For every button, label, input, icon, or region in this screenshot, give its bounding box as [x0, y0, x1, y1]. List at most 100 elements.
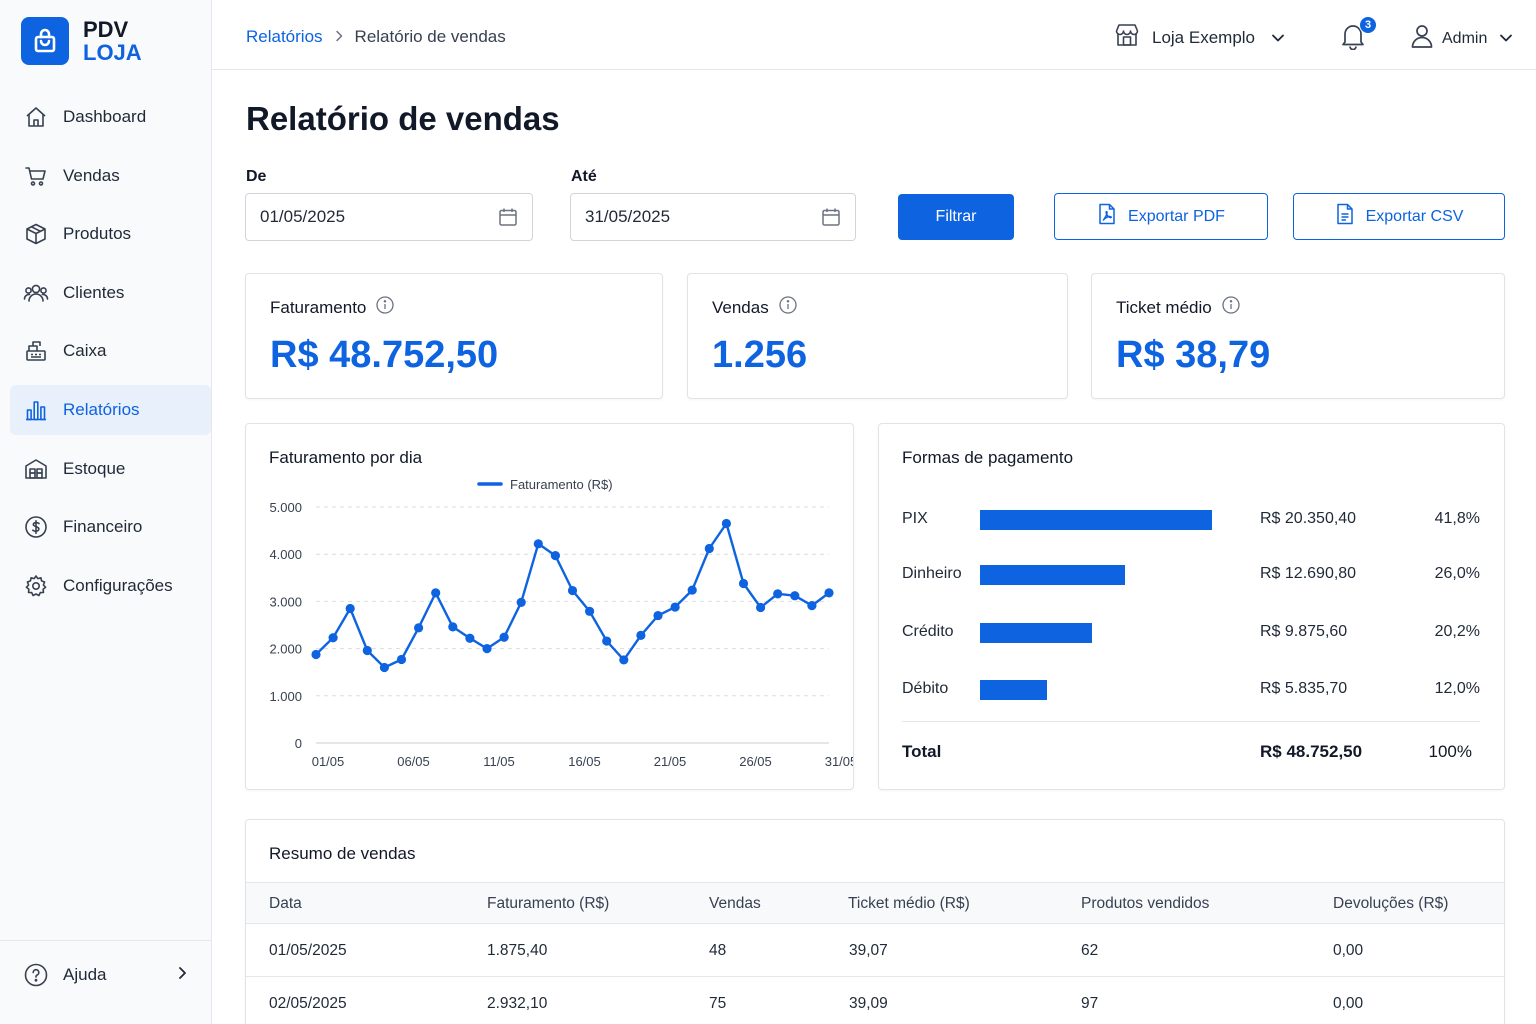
- y-tick-label: 3.000: [269, 594, 302, 609]
- date-to-input[interactable]: 31/05/2025: [570, 193, 856, 241]
- breadcrumb: Relatórios Relatório de vendas: [246, 27, 506, 47]
- info-icon[interactable]: [376, 296, 395, 319]
- sidebar-item-estoque[interactable]: Estoque: [10, 444, 211, 494]
- box-icon: [23, 221, 49, 247]
- table-row[interactable]: 02/05/2025 2.932,10 75 39,09 97 0,00: [246, 977, 1504, 1024]
- divider: [902, 721, 1480, 722]
- data-point: [345, 603, 355, 614]
- store-icon: [1114, 22, 1140, 53]
- payment-method-name: Crédito: [902, 623, 954, 640]
- summary-title: Resumo de vendas: [269, 844, 416, 863]
- user-menu[interactable]: Admin: [1410, 23, 1513, 54]
- payment-row: PIX R$ 20.350,40 41,8%: [902, 508, 1482, 532]
- sidebar-item-financeiro[interactable]: Financeiro: [10, 502, 211, 552]
- home-icon: [23, 104, 49, 130]
- cash-register-icon: [23, 338, 49, 364]
- gear-icon: [23, 573, 49, 599]
- bar-chart-icon: [23, 397, 49, 423]
- payment-amount: R$ 20.350,40: [1260, 510, 1357, 527]
- column-header[interactable]: Ticket médio (R$): [848, 895, 970, 913]
- y-tick-label: 0: [295, 736, 302, 751]
- info-icon[interactable]: [1222, 296, 1240, 319]
- export-csv-label: Exportar CSV: [1365, 207, 1464, 225]
- breadcrumb-link-relatorios[interactable]: Relatórios: [246, 27, 323, 47]
- data-point: [448, 622, 458, 632]
- data-point: [670, 602, 680, 612]
- bell-icon: [1340, 25, 1366, 54]
- sidebar-item-dashboard[interactable]: Dashboard: [10, 92, 211, 142]
- export-pdf-button[interactable]: Exportar PDF: [1054, 193, 1268, 240]
- brand-logo[interactable]: PDV LOJA: [21, 17, 142, 65]
- column-header[interactable]: Devoluções (R$): [1333, 895, 1448, 913]
- data-point: [704, 543, 714, 554]
- payment-amount: R$ 12.690,80: [1260, 565, 1357, 582]
- table-cell: 02/05/2025: [269, 995, 347, 1012]
- table-header: Data Faturamento (R$) Vendas Ticket médi…: [246, 882, 1504, 924]
- date-to-value: 31/05/2025: [585, 207, 671, 226]
- data-point: [533, 539, 543, 549]
- column-header[interactable]: Vendas: [709, 895, 761, 913]
- sidebar-item-relatorios[interactable]: Relatórios: [10, 384, 211, 435]
- line-chart: Faturamento (R$) 5.000 4.000 3.000 2.000 1.00…: [269, 477, 853, 769]
- cart-icon: [23, 163, 49, 189]
- date-to-label: Até: [571, 168, 597, 185]
- page-title: Relatório de vendas: [246, 100, 560, 137]
- sidebar-item-configuracoes[interactable]: Configurações: [10, 561, 211, 611]
- x-tick-label: 11/05: [483, 754, 515, 769]
- brand-name-line2: LOJA: [83, 40, 142, 65]
- notifications-button[interactable]: 3: [1340, 16, 1377, 54]
- top-bar: Relatórios Relatório de vendas Loja Exem…: [212, 0, 1536, 70]
- sidebar-item-produtos[interactable]: Produtos: [10, 209, 211, 259]
- data-point: [636, 630, 646, 640]
- help-link[interactable]: Ajuda: [23, 961, 188, 989]
- payment-percent: 41,8%: [1434, 510, 1480, 527]
- legend-label: Faturamento (R$): [510, 477, 613, 492]
- date-from-input[interactable]: 01/05/2025: [245, 193, 533, 241]
- sidebar-item-caixa[interactable]: Caixa: [10, 326, 211, 376]
- column-header[interactable]: Faturamento (R$): [487, 895, 609, 913]
- sidebar-item-label: Clientes: [63, 282, 125, 302]
- data-point: [379, 662, 389, 673]
- sidebar-item-label: Vendas: [63, 165, 120, 185]
- payment-percent: 12,0%: [1434, 680, 1480, 697]
- info-icon[interactable]: [779, 296, 797, 319]
- data-point: [721, 518, 731, 529]
- calendar-icon[interactable]: [821, 207, 841, 232]
- column-header[interactable]: Produtos vendidos: [1081, 895, 1209, 913]
- sidebar-item-label: Estoque: [63, 458, 126, 478]
- column-header[interactable]: Data: [269, 895, 302, 913]
- payments-title: Formas de pagamento: [902, 448, 1074, 467]
- filter-button[interactable]: Filtrar: [898, 194, 1014, 240]
- daily-revenue-chart-card: Faturamento por dia Faturamento (R$) 5.00…: [245, 423, 854, 790]
- x-tick-label: 26/05: [739, 754, 772, 769]
- x-tick-label: 21/05: [654, 754, 687, 769]
- payment-amount: R$ 5.835,70: [1260, 680, 1348, 697]
- export-csv-button[interactable]: Exportar CSV: [1293, 193, 1505, 240]
- table-cell: 2.932,10: [487, 995, 548, 1012]
- y-tick-label: 4.000: [269, 547, 302, 562]
- sidebar-item-clientes[interactable]: Clientes: [10, 268, 211, 318]
- payment-share-bar: [980, 623, 1092, 643]
- calendar-icon[interactable]: [498, 207, 518, 232]
- payment-methods-card: Formas de pagamento PIX R$ 20.350,40 41,8%…: [878, 423, 1505, 790]
- data-point: [653, 610, 663, 621]
- sidebar: PDV LOJA Dashboard Vendas Produtos Clien…: [0, 0, 212, 1024]
- kpi-card-faturamento: Faturamento R$ 48.752,50: [245, 273, 663, 399]
- store-name: Loja Exemplo: [1152, 27, 1256, 47]
- notification-count-badge: 3: [1359, 16, 1377, 34]
- kpi-card-vendas: Vendas 1.256: [687, 273, 1068, 399]
- table-cell: 62: [1081, 942, 1099, 959]
- user-icon: [1410, 23, 1434, 54]
- kpi-label: Faturamento: [270, 297, 367, 317]
- table-row[interactable]: 01/05/2025 1.875,40 48 39,07 62 0,00: [246, 924, 1504, 977]
- data-point: [550, 551, 560, 561]
- date-from-value: 01/05/2025: [260, 207, 346, 226]
- document-icon: [1335, 203, 1355, 230]
- kpi-value: R$ 38,79: [1116, 334, 1271, 376]
- data-point: [414, 623, 424, 633]
- store-selector[interactable]: Loja Exemplo: [1114, 22, 1285, 53]
- table-cell: 0,00: [1333, 942, 1364, 959]
- y-tick-label: 5.000: [269, 500, 302, 515]
- sidebar-item-vendas[interactable]: Vendas: [10, 151, 211, 201]
- kpi-label: Ticket médio: [1116, 297, 1212, 317]
